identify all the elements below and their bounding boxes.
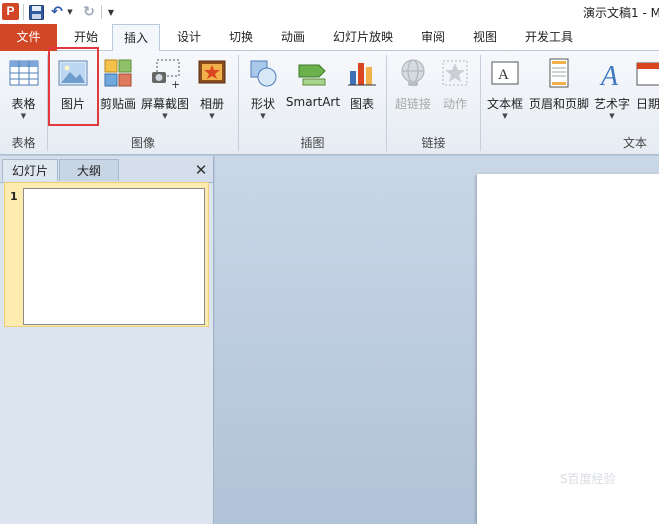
screenshot-icon: + xyxy=(149,57,181,91)
quick-access-divider-2 xyxy=(101,5,102,19)
svg-text:A: A xyxy=(498,67,509,83)
picture-highlight-box xyxy=(48,47,99,126)
chevron-down-icon: ▼ xyxy=(502,112,508,120)
tab-animations[interactable]: 动画 xyxy=(270,24,316,51)
photo-album-icon xyxy=(196,57,228,89)
undo-dropdown-icon[interactable]: ▼ xyxy=(66,2,74,22)
hyperlink-button[interactable]: 超链接 xyxy=(391,55,435,127)
shapes-button[interactable]: 形状 ▼ xyxy=(243,55,283,127)
group-label-tables: 表格 xyxy=(11,136,36,150)
document-title: 演示文稿1 - M xyxy=(583,6,659,20)
shapes-label: 形状 xyxy=(250,97,275,111)
screenshot-button[interactable]: + 屏幕截图 ▼ xyxy=(140,55,190,127)
tab-slideshow[interactable]: 幻灯片放映 xyxy=(325,24,401,51)
table-label: 表格 xyxy=(11,97,36,111)
tab-view[interactable]: 视图 xyxy=(462,24,508,51)
title-bar: P ↶ ▼ ↻ ▼ 演示文稿1 - M xyxy=(0,0,659,24)
smartart-button[interactable]: SmartArt xyxy=(285,55,341,127)
powerpoint-window: P ↶ ▼ ↻ ▼ 演示文稿1 - M 文件 开始 插入 设计 切换 动画 幻灯… xyxy=(0,0,659,524)
smartart-icon xyxy=(297,57,329,89)
svg-text:+: + xyxy=(171,78,180,89)
close-icon[interactable]: ✕ xyxy=(192,161,210,179)
tab-insert[interactable]: 插入 xyxy=(112,24,160,52)
textbox-button[interactable]: A 文本框 ▼ xyxy=(485,55,525,127)
date-icon xyxy=(633,57,659,89)
chart-button[interactable]: 图表 xyxy=(343,55,381,127)
date-label: 日期 xyxy=(636,97,659,111)
ribbon: 表格 ▼ 表格 图片 剪贴画 + 屏幕截图 ▼ 相册 ▼ 图像 形状 ▼ Sma… xyxy=(0,47,659,155)
group-links: 超链接 动作 链接 xyxy=(387,51,480,154)
tab-slides[interactable]: 幻灯片 xyxy=(2,159,58,181)
date-button[interactable]: 日期 xyxy=(634,55,659,127)
tab-developer[interactable]: 开发工具 xyxy=(518,24,580,51)
action-icon xyxy=(439,57,471,89)
chevron-down-icon: ▼ xyxy=(260,112,266,120)
undo-icon[interactable]: ↶ xyxy=(50,2,64,22)
screenshot-label: 屏幕截图 xyxy=(140,97,189,111)
chevron-down-icon: ▼ xyxy=(209,112,215,120)
smartart-label: SmartArt xyxy=(285,95,341,109)
tab-outline[interactable]: 大纲 xyxy=(59,159,119,181)
header-footer-icon xyxy=(543,57,575,89)
textbox-icon: A xyxy=(489,57,521,89)
action-label: 动作 xyxy=(442,97,467,111)
textbox-label: 文本框 xyxy=(486,97,523,111)
clipart-icon xyxy=(102,57,134,89)
wordart-label: 艺术字 xyxy=(593,97,630,111)
tab-transitions[interactable]: 切换 xyxy=(218,24,264,51)
group-label-links: 链接 xyxy=(421,136,446,150)
tab-review[interactable]: 审阅 xyxy=(410,24,456,51)
shapes-icon xyxy=(247,57,279,89)
svg-text:A: A xyxy=(599,61,619,89)
chevron-down-icon: ▼ xyxy=(609,112,615,120)
group-label-illustrations: 插图 xyxy=(300,136,325,150)
table-icon xyxy=(8,57,40,89)
chart-label: 图表 xyxy=(349,97,374,111)
chevron-down-icon: ▼ xyxy=(20,112,27,120)
wordart-button[interactable]: A 艺术字 ▼ xyxy=(592,55,632,127)
group-text: A 文本框 ▼ 页眉和页脚 A 艺术字 ▼ 日期 文本 xyxy=(481,51,659,154)
clipart-label: 剪贴画 xyxy=(99,97,136,111)
watermark: S百度经验 xyxy=(560,472,616,486)
redo-icon[interactable]: ↻ xyxy=(82,2,96,22)
slide-thumbnail[interactable] xyxy=(23,188,205,325)
chart-icon xyxy=(346,57,378,89)
quick-access-divider xyxy=(23,4,24,20)
powerpoint-logo-icon[interactable]: P xyxy=(2,3,19,20)
hyperlink-icon xyxy=(397,57,429,89)
table-button[interactable]: 表格 ▼ xyxy=(2,55,45,127)
group-illustrations: 形状 ▼ SmartArt 图表 插图 xyxy=(239,51,386,154)
action-button[interactable]: 动作 xyxy=(435,55,475,127)
photo-album-button[interactable]: 相册 ▼ xyxy=(192,55,232,127)
group-label-text: 文本 xyxy=(622,136,647,150)
hyperlink-label: 超链接 xyxy=(394,97,431,111)
chevron-down-icon: ▼ xyxy=(162,112,168,120)
customize-dropdown-icon[interactable]: ▼ xyxy=(106,2,116,22)
wordart-icon: A xyxy=(596,57,628,92)
group-label-images: 图像 xyxy=(130,136,155,150)
header-footer-button[interactable]: 页眉和页脚 xyxy=(528,55,590,127)
clipart-button[interactable]: 剪贴画 xyxy=(97,55,139,127)
tab-design[interactable]: 设计 xyxy=(166,24,212,51)
photo-album-label: 相册 xyxy=(199,97,224,111)
slide-number: 1 xyxy=(10,190,18,203)
save-icon[interactable] xyxy=(28,2,44,22)
header-footer-label: 页眉和页脚 xyxy=(528,97,589,111)
group-tables: 表格 ▼ 表格 xyxy=(0,51,47,154)
